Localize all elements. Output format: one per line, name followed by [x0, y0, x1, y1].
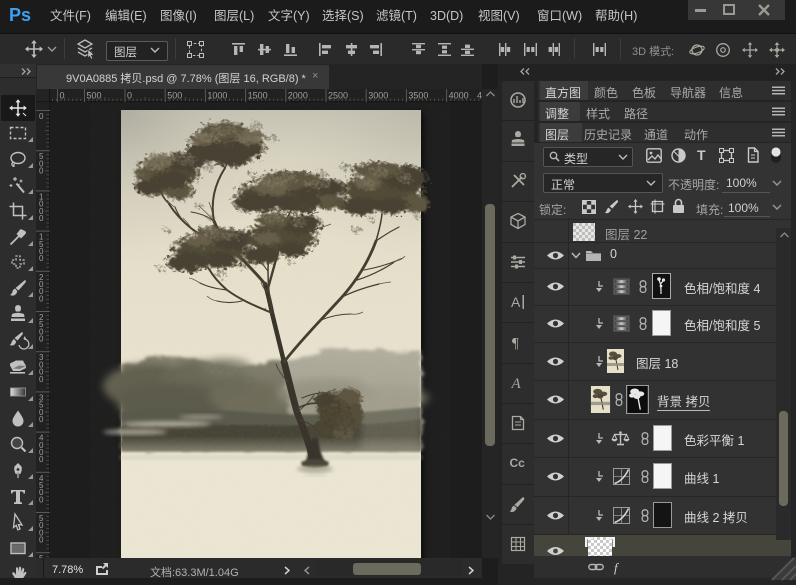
- svg-text:0: 0: [39, 536, 44, 545]
- svg-text:0: 0: [39, 167, 44, 176]
- svg-text:A: A: [511, 294, 521, 310]
- svg-text:0: 0: [39, 112, 44, 121]
- svg-text:A: A: [511, 376, 522, 392]
- svg-text:0: 0: [39, 335, 44, 344]
- svg-text:¶: ¶: [512, 336, 519, 352]
- svg-text:0: 0: [39, 254, 44, 263]
- svg-text:0: 0: [39, 294, 44, 303]
- svg-text:0: 0: [39, 495, 44, 504]
- svg-text:0: 0: [39, 415, 44, 424]
- svg-text:Cc: Cc: [510, 456, 526, 470]
- svg-text:0: 0: [127, 91, 132, 101]
- svg-text:0: 0: [39, 214, 44, 223]
- svg-text:0: 0: [39, 375, 44, 384]
- svg-text:0: 0: [39, 455, 44, 464]
